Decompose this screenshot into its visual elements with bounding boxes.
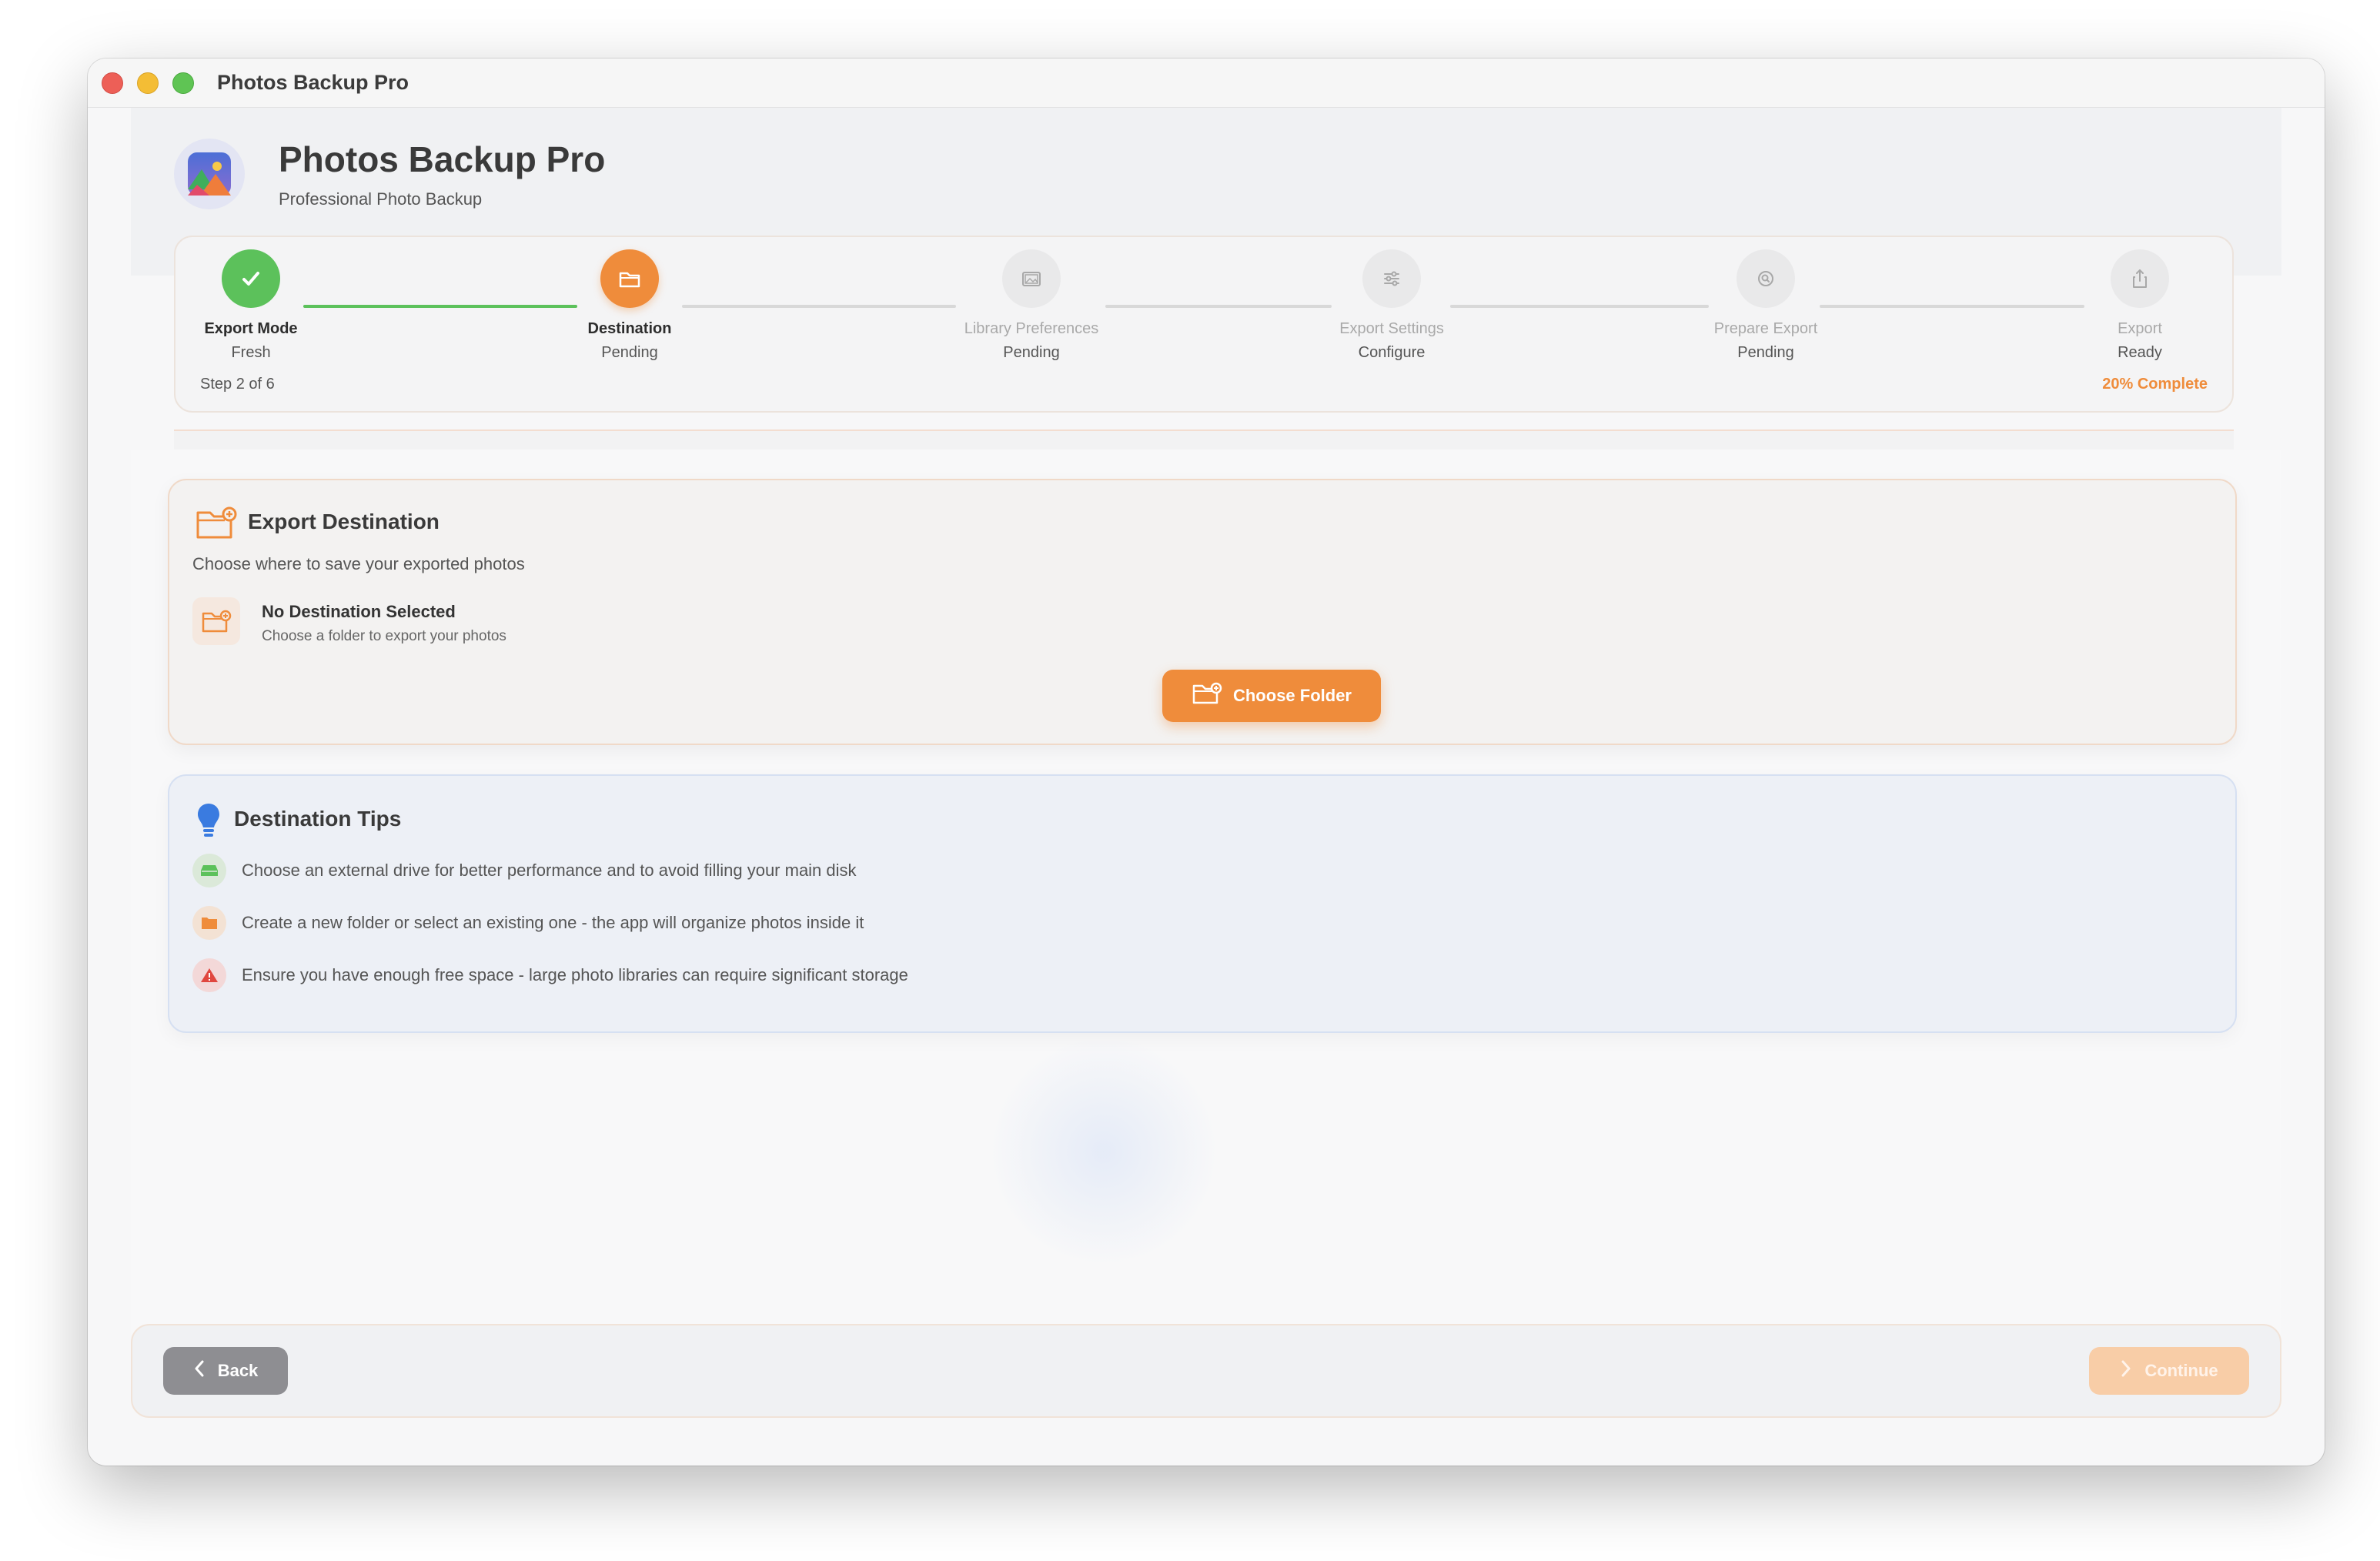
sliders-icon — [1362, 249, 1421, 308]
folder-icon — [600, 249, 659, 308]
no-destination-subtitle: Choose a folder to export your photos — [262, 628, 506, 644]
step-status: Pending — [601, 344, 658, 361]
step-status: Configure — [1358, 344, 1426, 361]
step-status: Pending — [1003, 344, 1060, 361]
folder-add-icon — [1192, 682, 1222, 710]
title-bar: Photos Backup Pro — [88, 58, 2325, 108]
progress-percent: 20% Complete — [2102, 376, 2208, 393]
export-destination-card: Export Destination Choose where to save … — [168, 479, 2237, 745]
tip-item: Ensure you have enough free space - larg… — [192, 958, 908, 993]
progress-stepper: Export Mode Fresh Destination Pending Li… — [174, 236, 2234, 413]
choose-folder-button[interactable]: Choose Folder — [1162, 670, 1381, 722]
tip-item: Choose an external drive for better perf… — [192, 853, 857, 888]
step-status: Ready — [2118, 344, 2162, 361]
step-name: Export Mode — [204, 320, 298, 337]
window-title: Photos Backup Pro — [217, 71, 409, 94]
footer-bar: Back Continue — [131, 1324, 2281, 1418]
progress-strip — [174, 430, 2234, 450]
step-destination: Destination Pending — [537, 249, 722, 362]
continue-label: Continue — [2144, 1361, 2218, 1380]
zoom-window-button[interactable] — [172, 72, 194, 94]
minimize-window-button[interactable] — [137, 72, 159, 94]
app-window: Photos Backup Pro Photos Backup Pro Prof… — [88, 58, 2325, 1466]
choose-folder-label: Choose Folder — [1232, 686, 1352, 705]
step-name: Destination — [587, 320, 672, 337]
destination-title: Export Destination — [248, 510, 440, 533]
step-count: Step 2 of 6 — [200, 376, 275, 393]
checkmark-icon — [222, 249, 280, 308]
step-connector — [303, 305, 577, 308]
tip-text: Create a new folder or select an existin… — [242, 913, 864, 932]
no-destination-title: No Destination Selected — [262, 602, 456, 621]
magnifier-icon — [1737, 249, 1795, 308]
tip-text: Choose an external drive for better perf… — [242, 861, 857, 880]
app-logo-icon — [174, 139, 245, 209]
folder-add-icon — [192, 597, 240, 645]
step-name: Prepare Export — [1713, 320, 1818, 337]
destination-subtitle: Choose where to save your exported photo… — [192, 554, 525, 573]
step-status: Pending — [1737, 344, 1794, 361]
tips-title: Destination Tips — [234, 807, 402, 831]
app-title: Photos Backup Pro — [279, 139, 606, 179]
step-export-settings: Export Settings Configure — [1299, 249, 1484, 362]
step-connector — [1105, 305, 1332, 308]
photo-library-icon — [1002, 249, 1061, 308]
warning-icon — [192, 958, 226, 992]
back-label: Back — [217, 1361, 259, 1380]
chevron-left-icon — [193, 1359, 206, 1382]
back-button[interactable]: Back — [163, 1347, 288, 1395]
continue-button[interactable]: Continue — [2089, 1347, 2249, 1395]
close-window-button[interactable] — [102, 72, 123, 94]
destination-tips-card: Destination Tips Choose an external driv… — [168, 774, 2237, 1033]
step-name: Export — [2118, 320, 2162, 337]
tip-item: Create a new folder or select an existin… — [192, 905, 864, 941]
step-connector — [1820, 305, 2084, 308]
share-icon — [2111, 249, 2169, 308]
lightbulb-icon — [196, 802, 222, 843]
folder-add-icon — [196, 506, 237, 544]
step-connector — [682, 305, 956, 308]
step-export: Export Ready — [2047, 249, 2232, 362]
chevron-right-icon — [2120, 1359, 2132, 1382]
app-subtitle: Professional Photo Backup — [279, 189, 483, 209]
step-library-preferences: Library Preferences Pending — [939, 249, 1124, 362]
step-name: Export Settings — [1339, 320, 1444, 337]
step-connector — [1450, 305, 1709, 308]
step-prepare-export: Prepare Export Pending — [1673, 249, 1858, 362]
background-glow — [988, 1036, 1219, 1267]
step-status: Fresh — [231, 344, 271, 361]
tip-text: Ensure you have enough free space - larg… — [242, 965, 908, 984]
step-name: Library Preferences — [964, 320, 1099, 337]
folder-icon — [192, 906, 226, 940]
external-drive-icon — [192, 854, 226, 887]
step-export-mode: Export Mode Fresh — [159, 249, 343, 362]
